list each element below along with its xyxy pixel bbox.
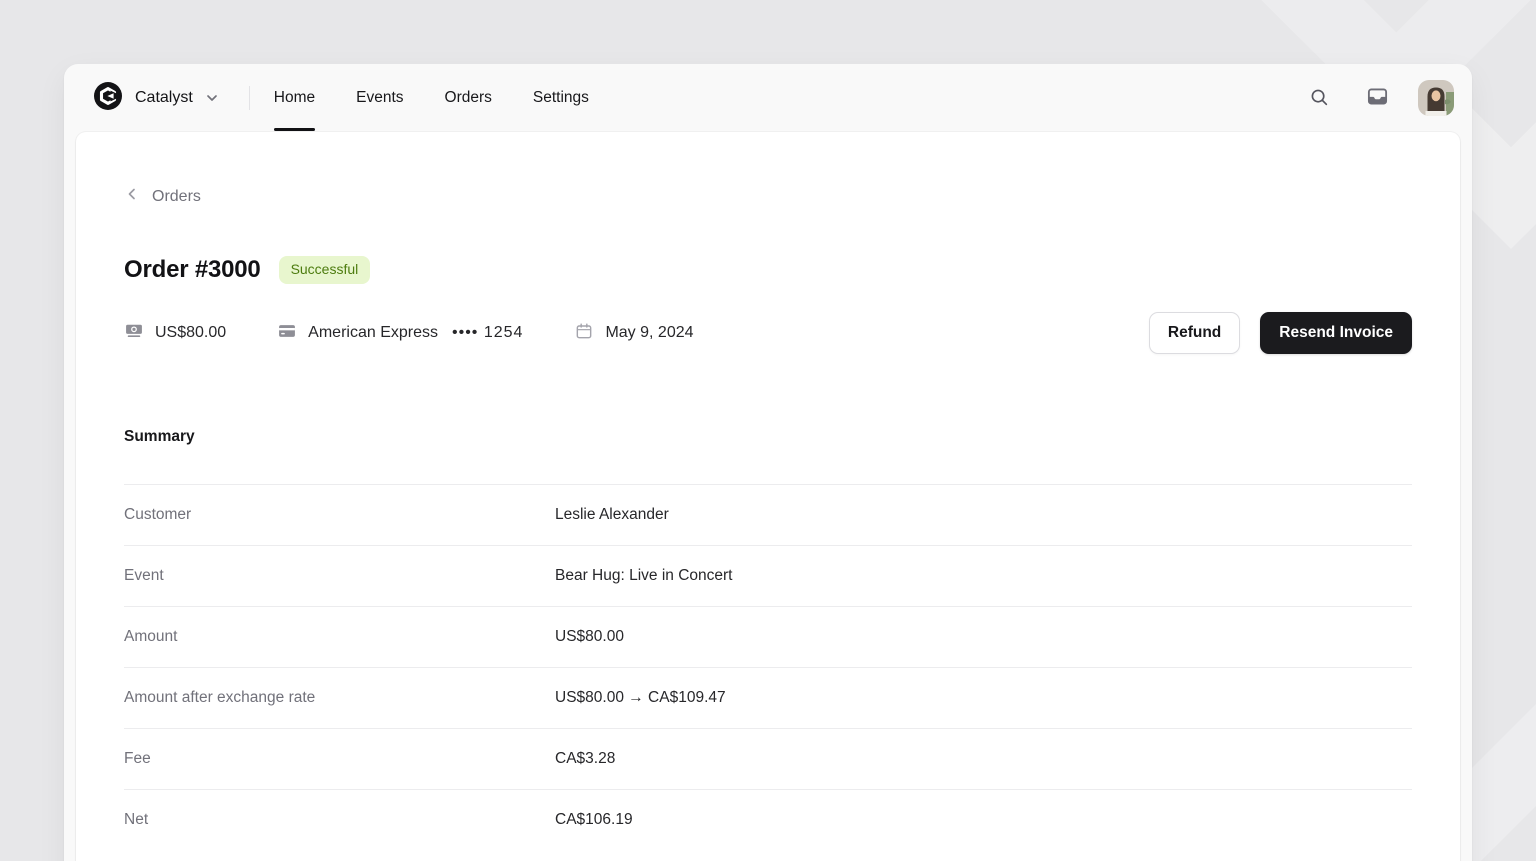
credit-card-icon: [277, 321, 297, 346]
row-label: Amount: [124, 628, 178, 646]
title-row: Order #3000 Successful: [124, 256, 1412, 284]
meta-date: May 9, 2024: [574, 321, 694, 346]
table-row: Amount US$80.00: [124, 606, 1412, 667]
row-label: Amount after exchange rate: [124, 689, 316, 707]
navbar-divider: [248, 86, 250, 110]
row-label: Net: [124, 811, 149, 829]
table-row: Event Bear Hug: Live in Concert: [124, 545, 1412, 606]
table-row: Customer Leslie Alexander: [124, 484, 1412, 545]
app-window: Catalyst Home Events Orders Settings Ord…: [64, 64, 1472, 861]
search-button[interactable]: [1302, 81, 1336, 115]
nav-item-orders[interactable]: Orders: [445, 64, 492, 132]
catalyst-logo-icon: [94, 81, 122, 115]
table-row: Amount after exchange rate US$80.00 → CA…: [124, 667, 1412, 728]
meta-row: US$80.00 American Express •••• 1254 May …: [124, 312, 1412, 355]
navbar: Catalyst Home Events Orders Settings: [64, 64, 1472, 132]
row-value: US$80.00: [555, 628, 624, 646]
refund-button[interactable]: Refund: [1148, 312, 1241, 355]
nav-item-events[interactable]: Events: [356, 64, 403, 132]
nav-item-home[interactable]: Home: [273, 64, 316, 132]
row-label: Fee: [124, 750, 151, 768]
card-brand: American Express: [308, 324, 438, 342]
meta-payment: American Express •••• 1254: [277, 321, 523, 346]
order-date: May 9, 2024: [605, 324, 694, 342]
banknote-icon: [124, 321, 144, 346]
brand-name: Catalyst: [135, 89, 193, 106]
row-value: Bear Hug: Live in Concert: [555, 567, 733, 585]
status-badge: Successful: [278, 256, 371, 284]
row-value: Leslie Alexander: [555, 506, 669, 524]
chevron-down-icon[interactable]: [201, 87, 223, 109]
nav-item-settings[interactable]: Settings: [533, 64, 589, 132]
inbox-button[interactable]: [1360, 81, 1394, 115]
avatar[interactable]: [1418, 80, 1454, 116]
row-value: US$80.00 → CA$109.47: [555, 689, 726, 707]
table-row: Net CA$106.19: [124, 789, 1412, 850]
resend-invoice-button[interactable]: Resend Invoice: [1260, 312, 1412, 355]
order-amount: US$80.00: [155, 324, 227, 342]
search-icon: [1308, 86, 1330, 111]
card-last4: •••• 1254: [452, 324, 524, 342]
summary-heading: Summary: [124, 428, 195, 446]
row-value: CA$3.28: [555, 750, 616, 768]
order-actions: Refund Resend Invoice: [1148, 312, 1412, 355]
inbox-icon: [1366, 85, 1389, 111]
row-label: Event: [124, 567, 164, 585]
navbar-right: [1302, 80, 1454, 116]
breadcrumb-label: Orders: [152, 187, 201, 205]
breadcrumb[interactable]: Orders: [124, 186, 201, 207]
row-label: Customer: [124, 506, 192, 524]
meta-amount: US$80.00: [124, 321, 226, 346]
page-title: Order #3000: [124, 256, 261, 283]
summary-table: Customer Leslie Alexander Event Bear Hug…: [124, 484, 1412, 850]
content-card: Orders Order #3000 Successful US$80.00 A…: [76, 132, 1460, 861]
chevron-left-icon: [124, 186, 140, 207]
row-value: CA$106.19: [555, 811, 633, 829]
main-nav: Home Events Orders Settings: [273, 64, 630, 132]
calendar-icon: [574, 321, 594, 346]
brand[interactable]: Catalyst: [94, 81, 193, 115]
table-row: Fee CA$3.28: [124, 728, 1412, 789]
